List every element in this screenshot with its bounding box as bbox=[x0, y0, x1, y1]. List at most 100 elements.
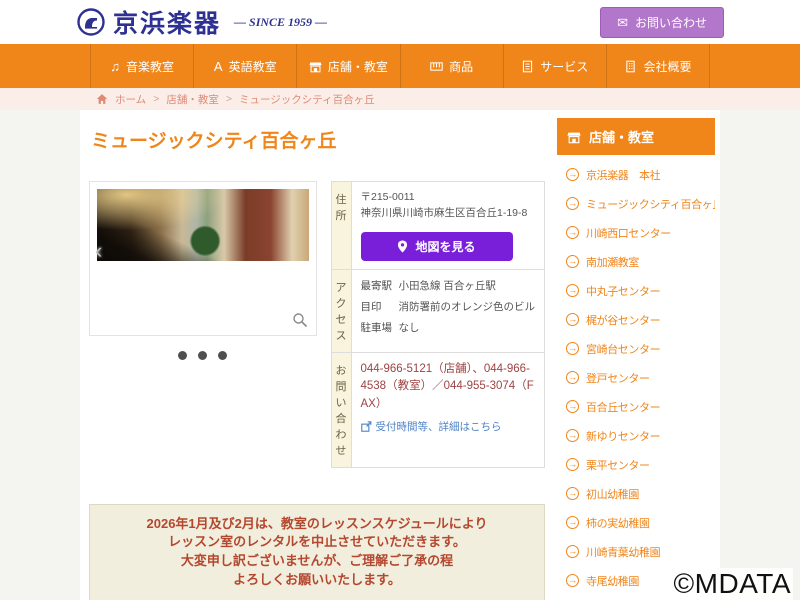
store-icon bbox=[567, 130, 581, 144]
shop-list: → 京浜楽器 本社 → ミュージックシティ百合ヶ丘 → 川崎西口センター → 南… bbox=[557, 155, 715, 600]
circle-arrow-icon: → bbox=[566, 226, 579, 239]
access-value: 小田急線 百合ヶ丘駅 bbox=[399, 278, 496, 293]
brand-logo[interactable]: 京浜楽器 — SINCE 1959 — bbox=[76, 4, 327, 40]
carousel-dots bbox=[89, 351, 317, 360]
map-pin-icon bbox=[397, 240, 408, 253]
notice-line: 2026年1月及び2月は、教室のレッスンスケジュールにより bbox=[96, 515, 538, 534]
nav-label: サービス bbox=[540, 58, 588, 75]
access-key: 最寄駅 bbox=[361, 278, 399, 293]
photo-carousel: ‹ bbox=[89, 181, 317, 468]
music-note-icon: ♫ bbox=[110, 60, 120, 73]
access-row: 目印 消防署前のオレンジ色のビル bbox=[361, 299, 536, 314]
sidebar-title: 店舗・教室 bbox=[589, 127, 654, 146]
sidebar-shop-link[interactable]: → 川崎西口センター bbox=[557, 218, 715, 247]
sidebar-shop-label: 初山幼稚園 bbox=[586, 486, 639, 502]
sidebar-shop-label: 宮崎台センター bbox=[586, 341, 660, 357]
contact-label: お問い合わせ bbox=[331, 352, 351, 467]
nav-item-english-school[interactable]: A 英語教室 bbox=[193, 44, 296, 88]
sidebar-shop-label: 梶が谷センター bbox=[586, 312, 660, 328]
carousel-prev-icon[interactable]: ‹ bbox=[95, 240, 102, 262]
contact-button-label: お問い合わせ bbox=[635, 14, 707, 31]
sidebar-shop-label: 柿の実幼稚園 bbox=[586, 515, 650, 531]
nav-item-shops[interactable]: 店舗・教室 bbox=[296, 44, 399, 88]
view-map-button[interactable]: 地図を見る bbox=[361, 232, 513, 261]
postal-code: 〒215-0011 bbox=[361, 190, 536, 206]
breadcrumb-home[interactable]: ホーム bbox=[115, 92, 146, 107]
phone-numbers: 044-966-5121（店舗）、044-966-4538（教室）／044-95… bbox=[361, 361, 536, 414]
document-icon bbox=[521, 60, 534, 73]
contact-button[interactable]: ✉ お問い合わせ bbox=[600, 7, 724, 38]
building-icon bbox=[624, 60, 637, 73]
sidebar-shop-link[interactable]: → 初山幼稚園 bbox=[557, 479, 715, 508]
carousel-card: ‹ bbox=[89, 181, 317, 336]
sidebar-shop-label: 新ゆりセンター bbox=[586, 428, 660, 444]
sidebar-shop-link[interactable]: → 梶が谷センター bbox=[557, 305, 715, 334]
breadcrumb-separator: > bbox=[153, 93, 159, 105]
carousel-dot[interactable] bbox=[218, 351, 227, 360]
reception-hours-link[interactable]: 受付時間等、詳細はこちら bbox=[361, 419, 536, 434]
sidebar-shop-link[interactable]: → 新ゆりセンター bbox=[557, 421, 715, 450]
sidebar-shop-link[interactable]: → 柿の実幼稚園 bbox=[557, 508, 715, 537]
nav-item-services[interactable]: サービス bbox=[503, 44, 606, 88]
brand-name: 京浜楽器 bbox=[113, 4, 221, 40]
access-key: 目印 bbox=[361, 299, 399, 314]
external-link-icon bbox=[361, 421, 372, 432]
circle-arrow-icon: → bbox=[566, 313, 579, 326]
access-row: 最寄駅 小田急線 百合ヶ丘駅 bbox=[361, 278, 536, 293]
breadcrumb: ホーム > 店舗・教室 > ミュージックシティ百合ヶ丘 bbox=[0, 88, 800, 110]
main-nav: ♫ 音楽教室 A 英語教室 店舗・教室 商品 bbox=[0, 44, 800, 88]
nav-item-company[interactable]: 会社概要 bbox=[606, 44, 710, 88]
access-row: 駐車場 なし bbox=[361, 320, 536, 335]
address-value: 神奈川県川崎市麻生区百合丘1-19-8 bbox=[361, 206, 536, 222]
circle-arrow-icon: → bbox=[566, 284, 579, 297]
nav-label: 商品 bbox=[449, 58, 473, 75]
store-icon bbox=[309, 60, 322, 73]
alphabet-icon: A bbox=[214, 60, 223, 73]
nav-item-music-school[interactable]: ♫ 音楽教室 bbox=[90, 44, 193, 88]
circle-arrow-icon: → bbox=[566, 429, 579, 442]
sidebar-shop-link[interactable]: → 川崎青葉幼稚園 bbox=[557, 537, 715, 566]
nav-item-products[interactable]: 商品 bbox=[400, 44, 503, 88]
sidebar-shop-link[interactable]: → 京浜楽器 本社 bbox=[557, 160, 715, 189]
page-title: ミュージックシティ百合ヶ丘 bbox=[91, 126, 545, 153]
notice-line: よろしくお願いいたします。 bbox=[96, 571, 538, 590]
piano-badge-icon bbox=[76, 7, 106, 37]
view-map-label: 地図を見る bbox=[415, 238, 475, 255]
reception-hours-label: 受付時間等、詳細はこちら bbox=[376, 419, 502, 434]
sidebar-shop-label: 百合丘センター bbox=[586, 399, 660, 415]
sidebar-shop-link[interactable]: → 中丸子センター bbox=[557, 276, 715, 305]
table-row-address: 住所 〒215-0011 神奈川県川崎市麻生区百合丘1-19-8 地図を見る bbox=[331, 182, 545, 270]
circle-arrow-icon: → bbox=[566, 342, 579, 355]
shop-photo[interactable] bbox=[97, 189, 309, 261]
carousel-dot[interactable] bbox=[178, 351, 187, 360]
circle-arrow-icon: → bbox=[566, 545, 579, 558]
breadcrumb-separator: > bbox=[226, 93, 232, 105]
sidebar-shop-label: 川崎西口センター bbox=[586, 225, 671, 241]
access-value: 消防署前のオレンジ色のビル bbox=[399, 299, 536, 314]
sidebar-shop-link[interactable]: → 登戸センター bbox=[557, 363, 715, 392]
sidebar-shop-link[interactable]: → ミュージックシティ百合ヶ丘 bbox=[557, 189, 715, 218]
sidebar-shop-link[interactable]: → 栗平センター bbox=[557, 450, 715, 479]
brand-tagline: — SINCE 1959 — bbox=[234, 15, 327, 30]
sidebar-shop-link[interactable]: → 宮崎台センター bbox=[557, 334, 715, 363]
access-label: アクセス bbox=[331, 269, 351, 352]
zoom-icon[interactable] bbox=[292, 312, 308, 328]
access-key: 駐車場 bbox=[361, 320, 399, 335]
circle-arrow-icon: → bbox=[566, 574, 579, 587]
sidebar-shop-label: 京浜楽器 本社 bbox=[586, 167, 660, 183]
shop-info-table: 住所 〒215-0011 神奈川県川崎市麻生区百合丘1-19-8 地図を見る bbox=[331, 181, 546, 468]
sidebar-shop-label: 川崎青葉幼稚園 bbox=[586, 544, 660, 560]
sidebar-shop-link[interactable]: → 百合丘センター bbox=[557, 392, 715, 421]
breadcrumb-shops[interactable]: 店舗・教室 bbox=[166, 92, 219, 107]
sidebar-shop-label: 寺尾幼稚園 bbox=[586, 573, 639, 589]
piano-keys-icon bbox=[430, 60, 443, 73]
sidebar: 店舗・教室 → 京浜楽器 本社 → ミュージックシティ百合ヶ丘 → 川崎西口セン… bbox=[557, 110, 715, 600]
nav-label: 店舗・教室 bbox=[328, 58, 388, 75]
table-row-access: アクセス 最寄駅 小田急線 百合ヶ丘駅 目印 消防署前のオレンジ色のビル 駐車場 bbox=[331, 269, 545, 352]
breadcrumb-current: ミュージックシティ百合ヶ丘 bbox=[239, 92, 375, 107]
address-label: 住所 bbox=[331, 182, 351, 270]
sidebar-shop-label: ミュージックシティ百合ヶ丘 bbox=[586, 196, 715, 212]
carousel-dot[interactable] bbox=[198, 351, 207, 360]
circle-arrow-icon: → bbox=[566, 400, 579, 413]
sidebar-shop-link[interactable]: → 南加瀬教室 bbox=[557, 247, 715, 276]
